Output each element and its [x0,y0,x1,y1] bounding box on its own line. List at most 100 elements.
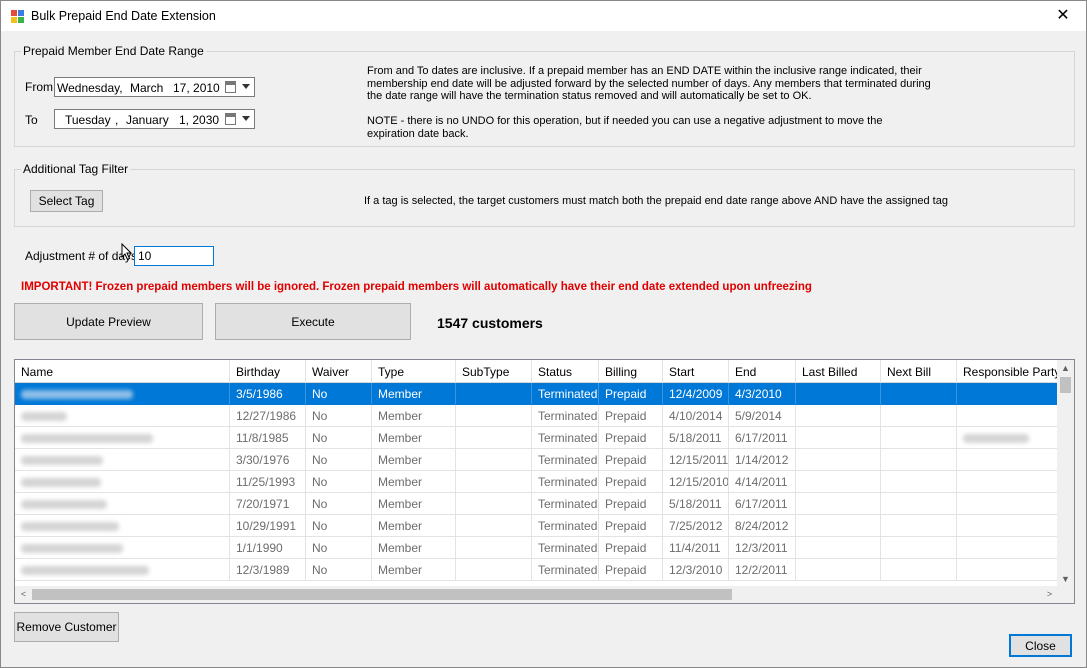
cell-waiver: No [306,427,372,449]
redacted-name [21,412,67,422]
scroll-left-icon[interactable]: < [15,586,32,603]
chevron-down-icon[interactable] [242,116,250,121]
cell-end: 1/14/2012 [729,449,796,471]
cell-last-billed [796,427,881,449]
redacted-name [21,500,107,510]
cell-name [15,515,230,537]
update-preview-button[interactable]: Update Preview [14,303,203,340]
cell-type: Member [372,559,456,581]
mouse-pointer-icon [121,243,133,261]
cell-subtype [456,559,532,581]
from-label: From [25,80,53,94]
cell-billing: Prepaid [599,559,663,581]
column-header-billing[interactable]: Billing [599,360,663,383]
info-line: the date range will have the termination… [367,90,812,103]
table-row[interactable]: 1/1/1990 No Member Terminated Prepaid 11/4/20… [15,537,1058,559]
cell-name [15,471,230,493]
cell-responsible-party [957,471,1058,493]
cell-waiver: No [306,449,372,471]
column-header-type[interactable]: Type [372,360,456,383]
cell-status: Terminated [532,383,599,405]
cell-status: Terminated [532,537,599,559]
cell-birthday: 12/3/1989 [230,559,306,581]
cell-type: Member [372,537,456,559]
column-header-end[interactable]: End [729,360,796,383]
column-header-status[interactable]: Status [532,360,599,383]
title-bar: Bulk Prepaid End Date Extension ✕ [1,1,1086,31]
cell-subtype [456,383,532,405]
table-row[interactable]: 11/25/1993 No Member Terminated Prepaid 12/15… [15,471,1058,493]
horizontal-scroll-thumb[interactable] [32,589,732,600]
cell-last-billed [796,449,881,471]
cell-start: 7/25/2012 [663,515,729,537]
customer-count: 1547 customers [437,315,543,331]
remove-customer-button[interactable]: Remove Customer [14,612,119,642]
cell-status: Terminated [532,449,599,471]
calendar-icon [225,113,236,125]
column-header-subtype[interactable]: SubType [456,360,532,383]
column-header-birthday[interactable]: Birthday [230,360,306,383]
vertical-scroll-thumb[interactable] [1060,377,1071,393]
column-header-start[interactable]: Start [663,360,729,383]
vertical-scrollbar[interactable]: ▲ ▼ [1057,360,1074,588]
table-row[interactable]: 12/3/1989 No Member Terminated Prepaid 12/3/2… [15,559,1058,581]
cell-birthday: 10/29/1991 [230,515,306,537]
to-label: To [25,113,38,127]
bulk-prepaid-window: Bulk Prepaid End Date Extension ✕ Prepai… [0,0,1087,668]
cell-responsible-party [957,493,1058,515]
to-weekday: Tuesday [65,113,111,127]
cell-type: Member [372,383,456,405]
adjustment-days-input[interactable] [134,246,214,266]
column-header-name[interactable]: Name [15,360,230,383]
column-header-responsible-party[interactable]: Responsible Party [957,360,1058,383]
cell-birthday: 3/5/1986 [230,383,306,405]
cell-last-billed [796,493,881,515]
cell-end: 5/9/2014 [729,405,796,427]
to-separator: , [115,113,119,127]
grid-body: 3/5/1986 No Member Terminated Prepaid 12/4/20… [15,383,1058,588]
select-tag-button[interactable]: Select Tag [30,190,103,212]
close-window-icon[interactable]: ✕ [1040,1,1086,31]
cell-billing: Prepaid [599,405,663,427]
scroll-up-icon[interactable]: ▲ [1057,360,1074,377]
table-row[interactable]: 12/27/1986 No Member Terminated Prepaid 4/10/… [15,405,1058,427]
cell-end: 6/17/2011 [729,493,796,515]
cell-subtype [456,493,532,515]
to-date-picker[interactable]: Tuesday , January 1, 2030 [54,109,255,129]
cell-status: Terminated [532,427,599,449]
chevron-down-icon[interactable] [242,84,250,89]
info-line: membership end date will be adjusted for… [367,77,931,90]
cell-responsible-party [957,515,1058,537]
cell-last-billed [796,515,881,537]
column-header-last-billed[interactable]: Last Billed [796,360,881,383]
execute-button[interactable]: Execute [215,303,411,340]
redacted-name [21,434,153,444]
table-row[interactable]: 7/20/1971 No Member Terminated Prepaid 5/18/2… [15,493,1058,515]
redacted-responsible-party [963,434,1029,444]
cell-next-bill [881,427,957,449]
cell-next-bill [881,471,957,493]
table-row[interactable]: 3/30/1976 No Member Terminated Prepaid 12/15/… [15,449,1058,471]
app-icon [11,10,25,23]
column-header-next-bill[interactable]: Next Bill [881,360,957,383]
table-row[interactable]: 3/5/1986 No Member Terminated Prepaid 12/4/20… [15,383,1058,405]
cell-next-bill [881,559,957,581]
info-line: NOTE - there is no UNDO for this operati… [367,115,883,128]
cell-last-billed [796,383,881,405]
from-weekday: Wednesday, [57,81,123,95]
cell-status: Terminated [532,405,599,427]
cell-status: Terminated [532,493,599,515]
horizontal-scrollbar[interactable]: < > [15,586,1058,603]
grid-header: Name Birthday Waiver Type SubType Status… [15,360,1058,383]
table-row[interactable]: 11/8/1985 No Member Terminated Prepaid 5/18/2… [15,427,1058,449]
info-line: From and To dates are inclusive. If a pr… [367,65,922,77]
info-line: expiration date back. [367,127,469,140]
column-header-waiver[interactable]: Waiver [306,360,372,383]
scroll-right-icon[interactable]: > [1041,586,1058,603]
table-row[interactable]: 10/29/1991 No Member Terminated Prepaid 7/25/… [15,515,1058,537]
from-date-picker[interactable]: Wednesday, March 17, 2010 [54,77,255,97]
cell-start: 12/4/2009 [663,383,729,405]
close-button[interactable]: Close [1009,634,1072,657]
customer-grid[interactable]: Name Birthday Waiver Type SubType Status… [14,359,1075,604]
cell-last-billed [796,537,881,559]
